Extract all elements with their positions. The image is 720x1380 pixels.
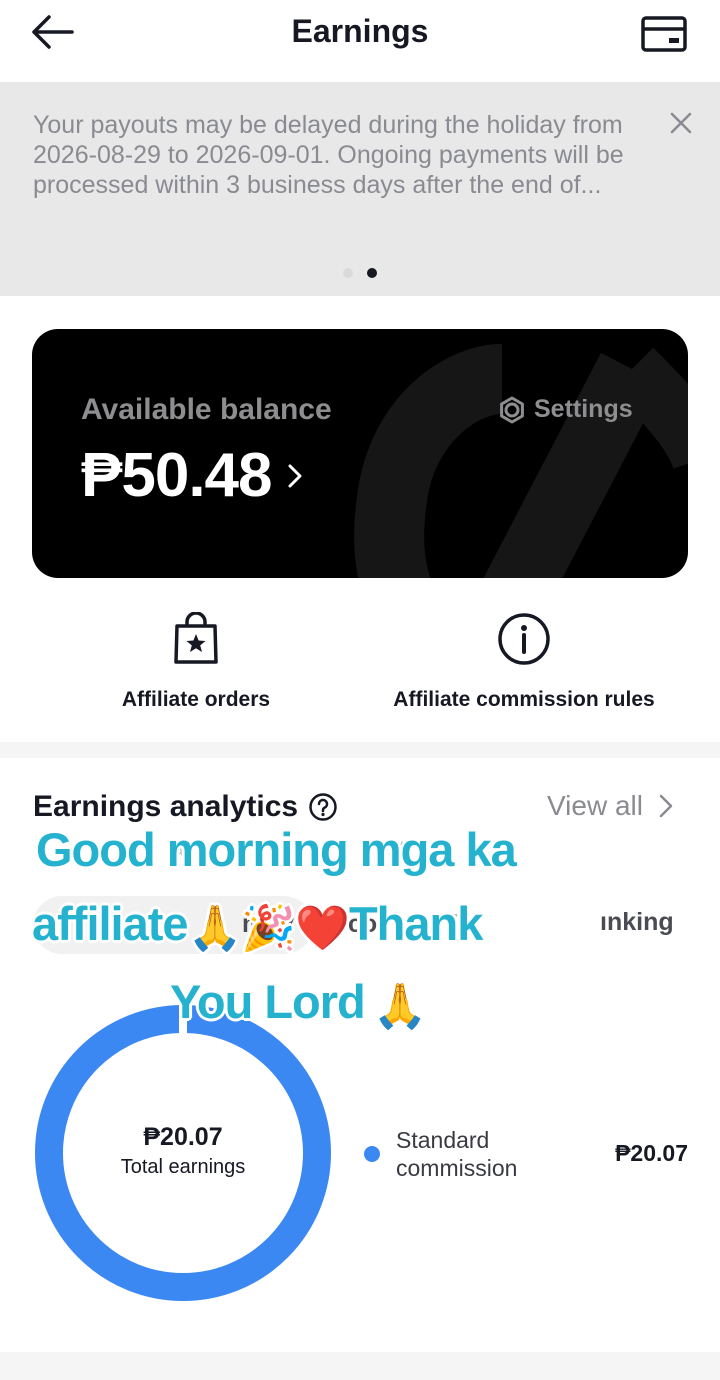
analytics-title-text: Earnings analytics: [33, 790, 299, 823]
back-button[interactable]: [30, 12, 82, 52]
info-circle-icon: [498, 613, 550, 665]
notice-close-button[interactable]: [666, 108, 696, 138]
carousel-dots: [0, 268, 720, 278]
party-popper-emoji: 🎉: [241, 903, 296, 953]
legend-name: Standard commission: [396, 1127, 518, 1181]
total-earnings-label: Total earnings: [120, 1156, 246, 1178]
donut-center: ₱20.07 Total earnings: [33, 1123, 333, 1179]
balance-card[interactable]: Available balance ₱50.48 Settings: [32, 329, 688, 578]
red-heart-emoji: ❤️: [295, 903, 350, 953]
earnings-donut-chart: ₱20.07 Total earnings: [33, 1003, 333, 1303]
overlay-text-line-1: Good morning mga ka: [36, 823, 517, 876]
gear-icon: [500, 396, 524, 423]
notice-text: Your payouts may be delayed during the h…: [33, 111, 624, 199]
wallet-card-button[interactable]: [640, 14, 688, 54]
overlay-text: You Lord: [170, 975, 366, 1028]
page-title: Earnings: [291, 13, 429, 49]
view-all-label: View all: [547, 790, 643, 821]
arrow-left-icon: [32, 15, 74, 49]
tiktok-logo-watermark: [354, 344, 688, 578]
section-divider: [0, 1352, 720, 1380]
view-all-link[interactable]: View all: [547, 790, 673, 822]
section-divider: [0, 742, 720, 758]
overlay-text: affiliate: [32, 897, 189, 950]
close-icon: [670, 112, 692, 134]
holiday-notice-banner[interactable]: Your payouts may be delayed during the h…: [0, 82, 720, 296]
legend-item: Standard commission ₱20.07: [364, 1124, 688, 1184]
legend-dot: [364, 1146, 380, 1162]
header: Earnings: [0, 0, 720, 82]
praying-hands-emoji: 🙏: [372, 981, 428, 1031]
tab-ranking[interactable]: ınking: [600, 908, 674, 937]
affiliate-orders-label: Affiliate orders: [121, 688, 271, 711]
commission-rules-label: Affiliate commission rules: [393, 688, 655, 711]
shortcuts-row: Affiliate orders Affiliate commission ru…: [0, 600, 720, 740]
balance-label: Available balance: [81, 393, 332, 426]
praying-hands-emoji: 🙏: [187, 903, 243, 953]
help-circle-icon[interactable]: [308, 792, 338, 822]
total-earnings-value: ₱20.07: [143, 1123, 223, 1151]
commission-rules-button[interactable]: Affiliate commission rules: [374, 612, 674, 712]
affiliate-orders-button[interactable]: Affiliate orders: [108, 612, 284, 712]
shopping-bag-star-icon: [174, 612, 218, 664]
balance-value-link[interactable]: ₱50.48: [81, 441, 306, 511]
chevron-right-icon: [288, 461, 306, 491]
balance-value: ₱50.48: [81, 441, 273, 510]
wallet-card-icon: [641, 16, 687, 52]
legend-value: ₱20.07: [615, 1140, 688, 1166]
chevron-right-icon: [659, 794, 673, 818]
overlay-text-line-2: affiliate🙏🎉❤️Thank: [32, 896, 483, 954]
carousel-dot-active[interactable]: [367, 268, 377, 278]
overlay-text-line-3: You Lord 🙏: [170, 974, 428, 1032]
carousel-dot[interactable]: [343, 268, 353, 278]
settings-button[interactable]: Settings: [498, 395, 633, 424]
settings-label: Settings: [534, 395, 633, 423]
overlay-text: Thank: [348, 897, 483, 950]
analytics-title: Earnings analytics: [33, 790, 338, 824]
